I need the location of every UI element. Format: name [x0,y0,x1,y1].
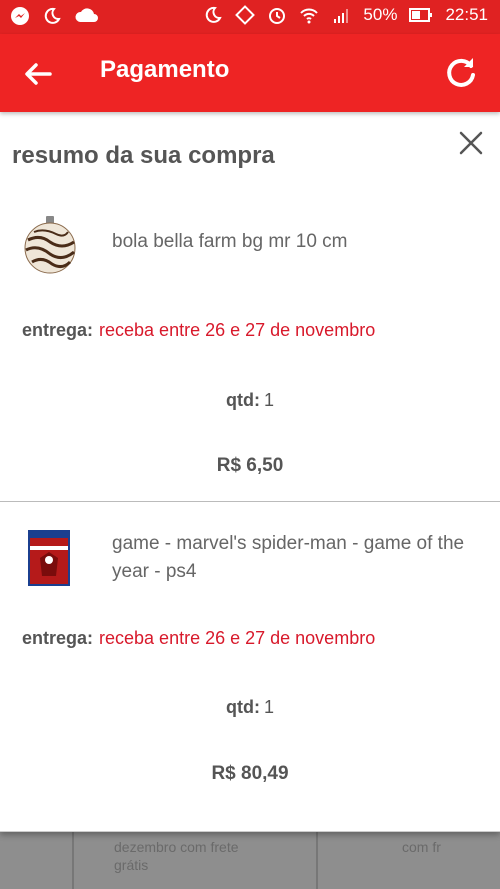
product-image-game-cover [22,528,78,588]
delivery-value: receba entre 26 e 27 de novembro [99,320,376,340]
product-name: game - marvel's spider-man - game of the… [112,533,465,582]
background-text: com fr [402,839,441,855]
do-not-disturb-icon [42,6,62,26]
refresh-icon [447,58,475,87]
status-bar: 50% 22:51 [0,0,500,34]
close-button[interactable] [456,128,486,158]
quantity-value: 1 [263,697,274,717]
arrow-left-icon [25,63,52,85]
close-icon [459,131,483,155]
product-name: bola bella farm bg mr 10 cm [112,231,348,252]
list-item: bola bella farm bg mr 10 cm entrega: rece… [0,190,500,502]
list-item: game - marvel's spider-man - game of the… [0,504,500,804]
cloud-icon [74,6,100,26]
clock: 22:51 [445,5,488,24]
refresh-button[interactable] [442,54,480,92]
product-price: R$ 6,50 [216,455,284,476]
rotate-icon [235,5,256,25]
background-text: dezembro com frete grátis [114,839,239,873]
quantity-label: qtd: [226,390,260,410]
quantity: qtd: 1 [0,390,500,411]
app-bar: Pagamento [0,34,500,112]
delivery-label: entrega: [22,320,94,340]
quantity: qtd: 1 [0,697,500,718]
delivery-label: entrega: [22,628,94,648]
delivery-info: entrega: receba entre 26 e 27 de novembro [22,320,375,341]
battery-icon [409,5,433,25]
page-title: Pagamento [100,56,230,83]
signal-icon [331,5,351,25]
background-content: dezembro com frete grátis com fr [0,832,500,889]
wifi-icon [299,5,319,25]
purchase-summary-dialog: resumo da sua compra bola bella farm bg … [0,112,500,832]
divider [316,832,318,889]
quantity-label: qtd: [226,697,260,717]
delivery-value: receba entre 26 e 27 de novembro [99,628,376,648]
summary-title: resumo da sua compra [12,142,275,169]
moon-alarm-icon [203,5,223,25]
back-button[interactable] [20,56,56,92]
battery-percent: 50% [363,5,398,24]
quantity-value: 1 [263,390,274,410]
messenger-icon [10,6,30,26]
product-image-ornament [22,214,78,274]
delivery-info: entrega: receba entre 26 e 27 de novembro [22,628,375,649]
product-price: R$ 80,49 [211,763,289,784]
alarm-icon [267,5,287,25]
divider [72,832,74,889]
